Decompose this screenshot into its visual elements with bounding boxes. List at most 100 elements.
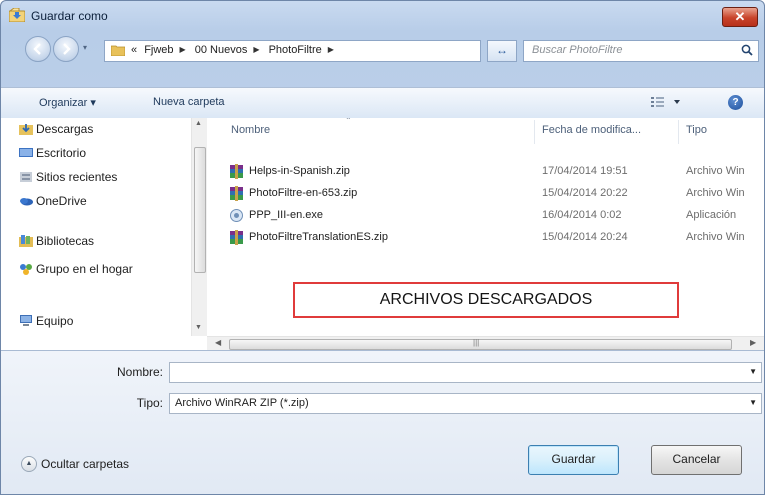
refresh-button[interactable]: ↔: [487, 40, 517, 62]
save-dialog-icon: [9, 8, 25, 22]
nav-item-label: OneDrive: [36, 194, 87, 208]
file-date: 16/04/2014 0:02: [542, 209, 622, 221]
file-date: 15/04/2014 20:22: [542, 187, 628, 199]
exe-setup-icon: [230, 209, 243, 222]
scroll-down-icon[interactable]: ▼: [195, 324, 202, 331]
table-row[interactable]: PPP_III-en.exe 16/04/2014 0:02 Aplicació…: [229, 206, 764, 226]
winrar-archive-icon: [230, 186, 243, 201]
nav-item-label: Bibliotecas: [36, 234, 95, 248]
winrar-archive-icon: [230, 164, 243, 179]
chevron-down-icon[interactable]: ▼: [749, 367, 757, 376]
horizontal-scrollbar[interactable]: ◀ ||| ▶: [207, 336, 764, 351]
window-title: Guardar como: [31, 9, 108, 23]
filetype-select[interactable]: Archivo WinRAR ZIP (*.zip) ▼: [169, 393, 762, 414]
refresh-icon: ↔: [496, 43, 508, 57]
nav-item-sitios-recientes[interactable]: Sitios recientes: [20, 170, 118, 184]
libraries-icon: [19, 235, 33, 247]
column-divider[interactable]: [678, 120, 679, 144]
file-type: Aplicación: [686, 209, 737, 221]
column-divider[interactable]: [534, 120, 535, 144]
annotation-label: ARCHIVOS DESCARGADOS: [293, 282, 679, 318]
scroll-up-icon[interactable]: ▲: [195, 120, 202, 127]
column-header-date[interactable]: Fecha de modifica...: [542, 124, 641, 136]
downloads-icon: [19, 124, 33, 135]
filename-input[interactable]: ▼: [169, 362, 762, 383]
forward-button[interactable]: [53, 36, 79, 62]
nav-item-escritorio[interactable]: Escritorio: [19, 146, 87, 160]
save-as-dialog: Guardar como ✕ ▾ « Fjweb ▶ 00 Nuevos ▶ Pho…: [0, 0, 765, 495]
breadcrumb-item-fjweb[interactable]: Fjweb: [144, 44, 173, 56]
collapse-icon: ▲: [21, 456, 37, 472]
breadcrumb-separator-icon[interactable]: ▶: [253, 45, 259, 54]
nav-item-descargas[interactable]: Descargas: [19, 122, 94, 136]
recent-places-icon: [20, 172, 32, 182]
computer-icon: [20, 315, 32, 326]
nav-item-equipo[interactable]: Equipo: [20, 314, 74, 328]
command-bar: Organizar ▾ Nueva carpeta ?: [1, 87, 764, 119]
scroll-right-icon[interactable]: ▶: [750, 338, 756, 347]
new-folder-button[interactable]: Nueva carpeta: [153, 96, 225, 108]
close-button[interactable]: ✕: [722, 7, 758, 27]
column-header-type[interactable]: Tipo: [686, 124, 707, 136]
back-button[interactable]: [25, 36, 51, 62]
file-type: Archivo Win: [686, 165, 745, 177]
search-box[interactable]: Buscar PhotoFiltre: [523, 40, 759, 62]
file-date: 17/04/2014 19:51: [542, 165, 628, 177]
file-name: PhotoFiltreTranslationES.zip: [249, 231, 388, 243]
view-options-button[interactable]: [651, 96, 681, 111]
file-name: PPP_III-en.exe: [249, 209, 323, 221]
file-name: PhotoFiltre-en-653.zip: [249, 187, 358, 199]
winrar-archive-icon: [230, 230, 243, 245]
folder-icon: [111, 45, 125, 56]
scroll-left-icon[interactable]: ◀: [215, 338, 221, 347]
search-icon[interactable]: [741, 44, 753, 56]
save-form: Nombre: ▼ Tipo: Archivo WinRAR ZIP (*.zi…: [1, 350, 764, 494]
scrollbar-thumb[interactable]: |||: [229, 338, 732, 350]
breadcrumb-separator-icon[interactable]: ▶: [328, 45, 334, 54]
nav-item-onedrive[interactable]: OneDrive: [20, 194, 87, 208]
recent-locations-chevron-icon[interactable]: ▾: [83, 43, 87, 52]
table-row[interactable]: Helps-in-Spanish.zip 17/04/2014 19:51 Ar…: [229, 162, 764, 182]
back-arrow-icon: [33, 43, 41, 55]
table-row[interactable]: PhotoFiltreTranslationES.zip 15/04/2014 …: [229, 228, 764, 248]
navigation-scrollbar[interactable]: ▲ ▼: [191, 118, 207, 336]
filetype-label: Tipo:: [136, 396, 163, 410]
filename-label: Nombre:: [116, 365, 163, 379]
file-name: Helps-in-Spanish.zip: [249, 165, 350, 177]
table-row[interactable]: PhotoFiltre-en-653.zip 15/04/2014 20:22 …: [229, 184, 764, 204]
nav-item-label: Equipo: [36, 314, 74, 328]
hide-folders-label: Ocultar carpetas: [41, 457, 130, 471]
help-icon[interactable]: ?: [728, 95, 743, 110]
nav-item-bibliotecas[interactable]: Bibliotecas: [19, 234, 95, 248]
sort-caret-icon: ⌃: [345, 118, 352, 125]
nav-item-label: Sitios recientes: [36, 170, 118, 184]
file-type: Archivo Win: [686, 187, 745, 199]
file-type: Archivo Win: [686, 231, 745, 243]
organize-menu[interactable]: Organizar ▾: [39, 96, 96, 109]
search-placeholder: Buscar PhotoFiltre: [532, 44, 623, 56]
cancel-button[interactable]: Cancelar: [651, 445, 742, 475]
scrollbar-thumb[interactable]: [194, 147, 206, 273]
onedrive-icon: [20, 198, 33, 206]
breadcrumb-item-photofiltre[interactable]: PhotoFiltre: [269, 44, 322, 56]
grip-icon: |||: [473, 338, 480, 347]
title-bar[interactable]: Guardar como ✕: [1, 1, 764, 31]
forward-arrow-icon: [63, 43, 71, 55]
chevron-down-icon[interactable]: ▼: [749, 398, 757, 407]
homegroup-icon: [20, 264, 32, 275]
file-date: 15/04/2014 20:24: [542, 231, 628, 243]
filetype-value: Archivo WinRAR ZIP (*.zip): [175, 397, 309, 409]
breadcrumb-item-00-nuevos[interactable]: 00 Nuevos: [195, 44, 248, 56]
nav-item-label: Descargas: [36, 122, 94, 136]
breadcrumb-separator-icon[interactable]: ▶: [180, 45, 186, 54]
breadcrumb: « Fjweb ▶ 00 Nuevos ▶ PhotoFiltre ▶: [131, 44, 340, 56]
breadcrumb-overflow[interactable]: «: [131, 44, 137, 56]
nav-item-grupo-en-el-hogar[interactable]: Grupo en el hogar: [20, 262, 133, 276]
save-button[interactable]: Guardar: [528, 445, 619, 475]
column-header-name[interactable]: Nombre: [231, 124, 270, 136]
navigation-pane: Descargas Escritorio Sitios recientes On…: [1, 118, 191, 336]
nav-item-label: Escritorio: [36, 146, 87, 160]
address-bar[interactable]: « Fjweb▶ 00 Nuevos▶ PhotoFiltre▶ ▼: [104, 40, 581, 62]
navigation-bar: ▾ « Fjweb▶ 00 Nuevos▶ PhotoFiltre▶ ▼ ↔ B…: [1, 33, 764, 63]
desktop-icon: [19, 148, 33, 157]
